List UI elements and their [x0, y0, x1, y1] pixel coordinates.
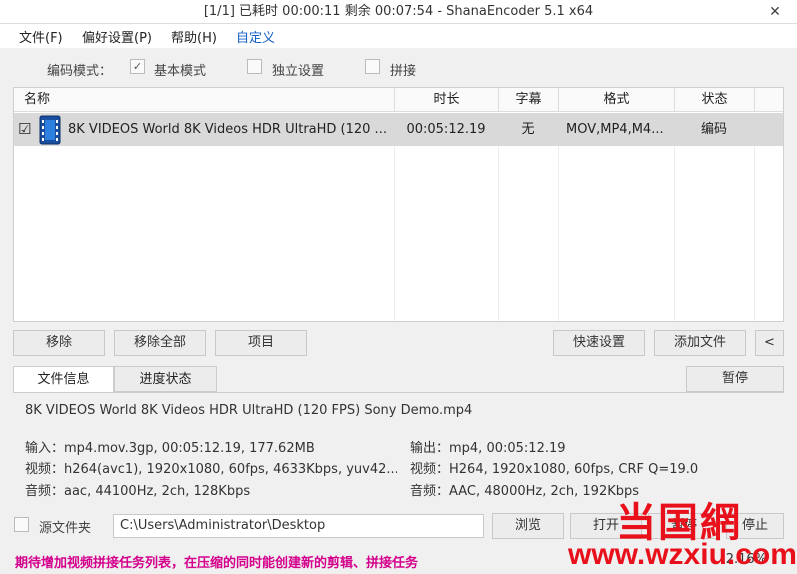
pause-button[interactable]: 暂停 — [686, 366, 784, 392]
close-icon[interactable]: ✕ — [763, 0, 787, 24]
progress-percent: 2.16% — [725, 552, 767, 567]
row-checkbox[interactable]: ☑ — [18, 113, 36, 146]
column-duration[interactable]: 时长 — [394, 88, 498, 112]
collapse-button[interactable]: < — [755, 330, 784, 356]
column-spacer — [754, 88, 783, 112]
encoding-mode-label: 编码模式： — [47, 64, 113, 79]
info-output-video: 视频：H264, 1920x1080, 60fps, CRF Q=19.0 — [410, 462, 699, 477]
file-list[interactable]: 名称 时长 字幕 格式 状态 ☑ 8K VIDEOS World 8K Vide… — [13, 87, 784, 322]
menu-custom[interactable]: 自定义 — [236, 27, 275, 46]
window-title: [1/1] 已耗时 00:00:11 剩余 00:07:54 - ShanaEn… — [203, 4, 594, 19]
info-input: 输入：mp4.mov.3gp, 00:05:12.19, 177.62MB — [25, 441, 315, 456]
encoding-mode-bar: 编码模式： ✓ 基本模式 独立设置 拼接 — [0, 48, 797, 86]
column-subtitle[interactable]: 字幕 — [498, 88, 558, 112]
video-file-icon — [39, 113, 63, 146]
table-row[interactable]: ☑ 8K VIDEOS World 8K Videos HDR UltraHD … — [14, 113, 783, 146]
pause-encoding-button[interactable]: 暂停 — [648, 513, 720, 539]
stop-button[interactable]: 停止 — [726, 513, 784, 539]
column-name[interactable]: 名称 — [14, 88, 394, 112]
file-status: 编码 — [700, 122, 727, 137]
quick-settings-button[interactable]: 快速设置 — [553, 330, 645, 356]
concat-checkbox[interactable] — [365, 59, 380, 74]
menu-bar: 文件(F) 偏好设置(P) 帮助(H) 自定义 — [0, 24, 797, 48]
open-button[interactable]: 打开 — [570, 513, 642, 539]
column-format[interactable]: 格式 — [558, 88, 674, 112]
browse-button[interactable]: 浏览 — [492, 513, 564, 539]
basic-mode-checkbox[interactable]: ✓ — [130, 59, 145, 74]
menu-preferences[interactable]: 偏好设置(P) — [82, 27, 152, 46]
status-bar: 期待增加视频拼接任务列表，在压缩的同时能创建新的剪辑、拼接任务 2.16% — [0, 546, 797, 574]
status-message: 期待增加视频拼接任务列表，在压缩的同时能创建新的剪辑、拼接任务 — [15, 556, 419, 571]
tab-file-info[interactable]: 文件信息 — [13, 366, 114, 392]
file-format: MOV,MP4,M4... — [566, 122, 664, 137]
tab-progress[interactable]: 进度状态 — [114, 366, 217, 392]
grid-divider — [558, 146, 559, 321]
independent-settings-label: 独立设置 — [272, 64, 325, 79]
item-button[interactable]: 项目 — [215, 330, 307, 356]
file-list-header: 名称 时长 字幕 格式 状态 — [14, 88, 783, 112]
title-bar: [1/1] 已耗时 00:00:11 剩余 00:07:54 - ShanaEn… — [0, 0, 797, 24]
file-name: 8K VIDEOS World 8K Videos HDR UltraHD (1… — [68, 122, 387, 137]
output-path-input[interactable]: C:\Users\Administrator\Desktop — [113, 514, 484, 538]
menu-help[interactable]: 帮助(H) — [171, 27, 217, 46]
info-output: 输出：mp4, 00:05:12.19 — [410, 441, 566, 456]
add-file-button[interactable]: 添加文件 — [654, 330, 746, 356]
menu-file[interactable]: 文件(F) — [19, 27, 63, 46]
basic-mode-label: 基本模式 — [154, 64, 207, 79]
grid-divider — [394, 146, 395, 321]
info-input-audio: 音频：aac, 44100Hz, 2ch, 128Kbps — [25, 484, 251, 499]
file-duration: 00:05:12.19 — [406, 122, 486, 137]
grid-divider — [754, 146, 755, 321]
file-subtitle: 无 — [521, 122, 535, 137]
source-folder-checkbox[interactable] — [14, 517, 29, 532]
info-output-audio: 音频：AAC, 48000Hz, 2ch, 192Kbps — [410, 484, 640, 499]
grid-divider — [674, 146, 675, 321]
column-status[interactable]: 状态 — [674, 88, 754, 112]
grid-divider — [498, 146, 499, 321]
independent-settings-checkbox[interactable] — [247, 59, 262, 74]
remove-button[interactable]: 移除 — [13, 330, 105, 356]
info-input-video: 视频：h264(avc1), 1920x1080, 60fps, 4633Kbp… — [25, 462, 397, 477]
concat-label: 拼接 — [390, 64, 417, 79]
info-filename: 8K VIDEOS World 8K Videos HDR UltraHD (1… — [25, 403, 473, 418]
source-folder-label: 源文件夹 — [39, 521, 92, 536]
file-info-panel: 8K VIDEOS World 8K Videos HDR UltraHD (1… — [13, 392, 784, 502]
remove-all-button[interactable]: 移除全部 — [114, 330, 206, 356]
